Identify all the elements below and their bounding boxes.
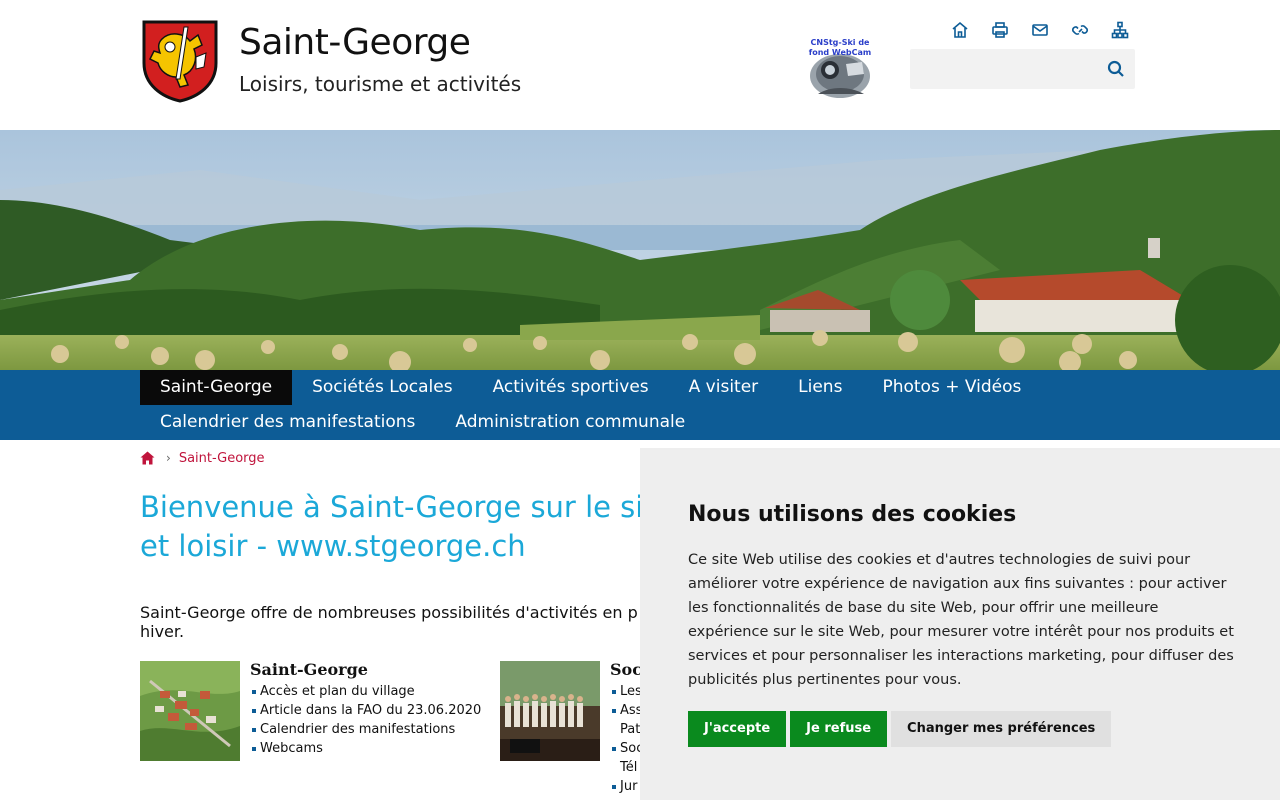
sitemap-icon[interactable]: [1100, 18, 1140, 42]
coat-of-arms-logo[interactable]: [140, 19, 220, 103]
site-header: Saint-George Loisirs, tourisme et activi…: [0, 0, 1280, 130]
breadcrumb-current[interactable]: Saint-George: [179, 451, 265, 466]
toolbar: [940, 18, 1140, 42]
accept-button[interactable]: J'accepte: [688, 711, 787, 747]
card-title[interactable]: Soc: [610, 660, 642, 679]
preferences-button[interactable]: Changer mes préférences: [891, 711, 1112, 747]
search-icon[interactable]: [1105, 58, 1127, 80]
chevron-right-icon: ›: [166, 451, 171, 465]
mail-icon[interactable]: [1020, 18, 1060, 42]
nav-item-liens[interactable]: Liens: [778, 370, 862, 405]
link-icon[interactable]: [1060, 18, 1100, 42]
main-navigation: Saint-George Sociétés Locales Activités …: [0, 370, 1280, 440]
webcam-link[interactable]: CNStg-Ski de fond WebCam: [800, 36, 880, 102]
cookie-title: Nous utilisons des cookies: [688, 502, 1017, 527]
card-link-calendrier[interactable]: Calendrier des manifestations: [250, 720, 510, 739]
search-box: [910, 49, 1135, 89]
nav-item-societes-locales[interactable]: Sociétés Locales: [292, 370, 472, 405]
nav-row-primary: Saint-George Sociétés Locales Activités …: [140, 370, 1041, 405]
nav-item-a-visiter[interactable]: A visiter: [669, 370, 779, 405]
home-icon[interactable]: [140, 450, 156, 466]
card-title[interactable]: Saint-George: [250, 660, 368, 679]
nav-item-calendrier[interactable]: Calendrier des manifestations: [140, 405, 435, 440]
nav-item-activites-sportives[interactable]: Activités sportives: [473, 370, 669, 405]
site-subtitle: Loisirs, tourisme et activités: [239, 72, 522, 96]
refuse-button[interactable]: Je refuse: [790, 711, 888, 747]
choir-image[interactable]: [500, 661, 600, 761]
card-link-list: Accès et plan du village Article dans la…: [250, 682, 510, 758]
cookie-text: Ce site Web utilise des cookies et d'aut…: [688, 552, 1234, 688]
nav-item-saint-george[interactable]: Saint-George: [140, 370, 293, 405]
card-link-webcams[interactable]: Webcams: [250, 739, 510, 758]
nav-item-photos-videos[interactable]: Photos + Vidéos: [862, 370, 1041, 405]
cookie-buttons: J'accepte Je refuse Changer mes préféren…: [688, 711, 1115, 747]
site-title[interactable]: Saint-George: [239, 22, 471, 63]
intro-line1: Saint-George offre de nombreuses possibi…: [140, 603, 638, 622]
print-icon[interactable]: [980, 18, 1020, 42]
home-icon[interactable]: [940, 18, 980, 42]
nav-row-secondary: Calendrier des manifestations Administra…: [140, 405, 705, 440]
search-input[interactable]: [910, 49, 1095, 89]
intro-line2: hiver.: [140, 622, 185, 641]
webcam-label: CNStg-Ski de fond WebCam: [808, 38, 872, 57]
breadcrumb: › Saint-George: [140, 450, 265, 466]
cookie-consent-panel: Nous utilisons des cookies Ce site Web u…: [640, 448, 1280, 800]
village-aerial-image[interactable]: [140, 661, 240, 761]
card-link-article-fao[interactable]: Article dans la FAO du 23.06.2020: [250, 701, 510, 720]
page-title-line1: Bienvenue à Saint-George sur le site d: [140, 490, 701, 524]
hero-banner-image: [0, 130, 1280, 370]
nav-item-administration[interactable]: Administration communale: [435, 405, 705, 440]
page-title-line2: et loisir - www.stgeorge.ch: [140, 529, 526, 563]
card-link-acces-plan[interactable]: Accès et plan du village: [250, 682, 510, 701]
